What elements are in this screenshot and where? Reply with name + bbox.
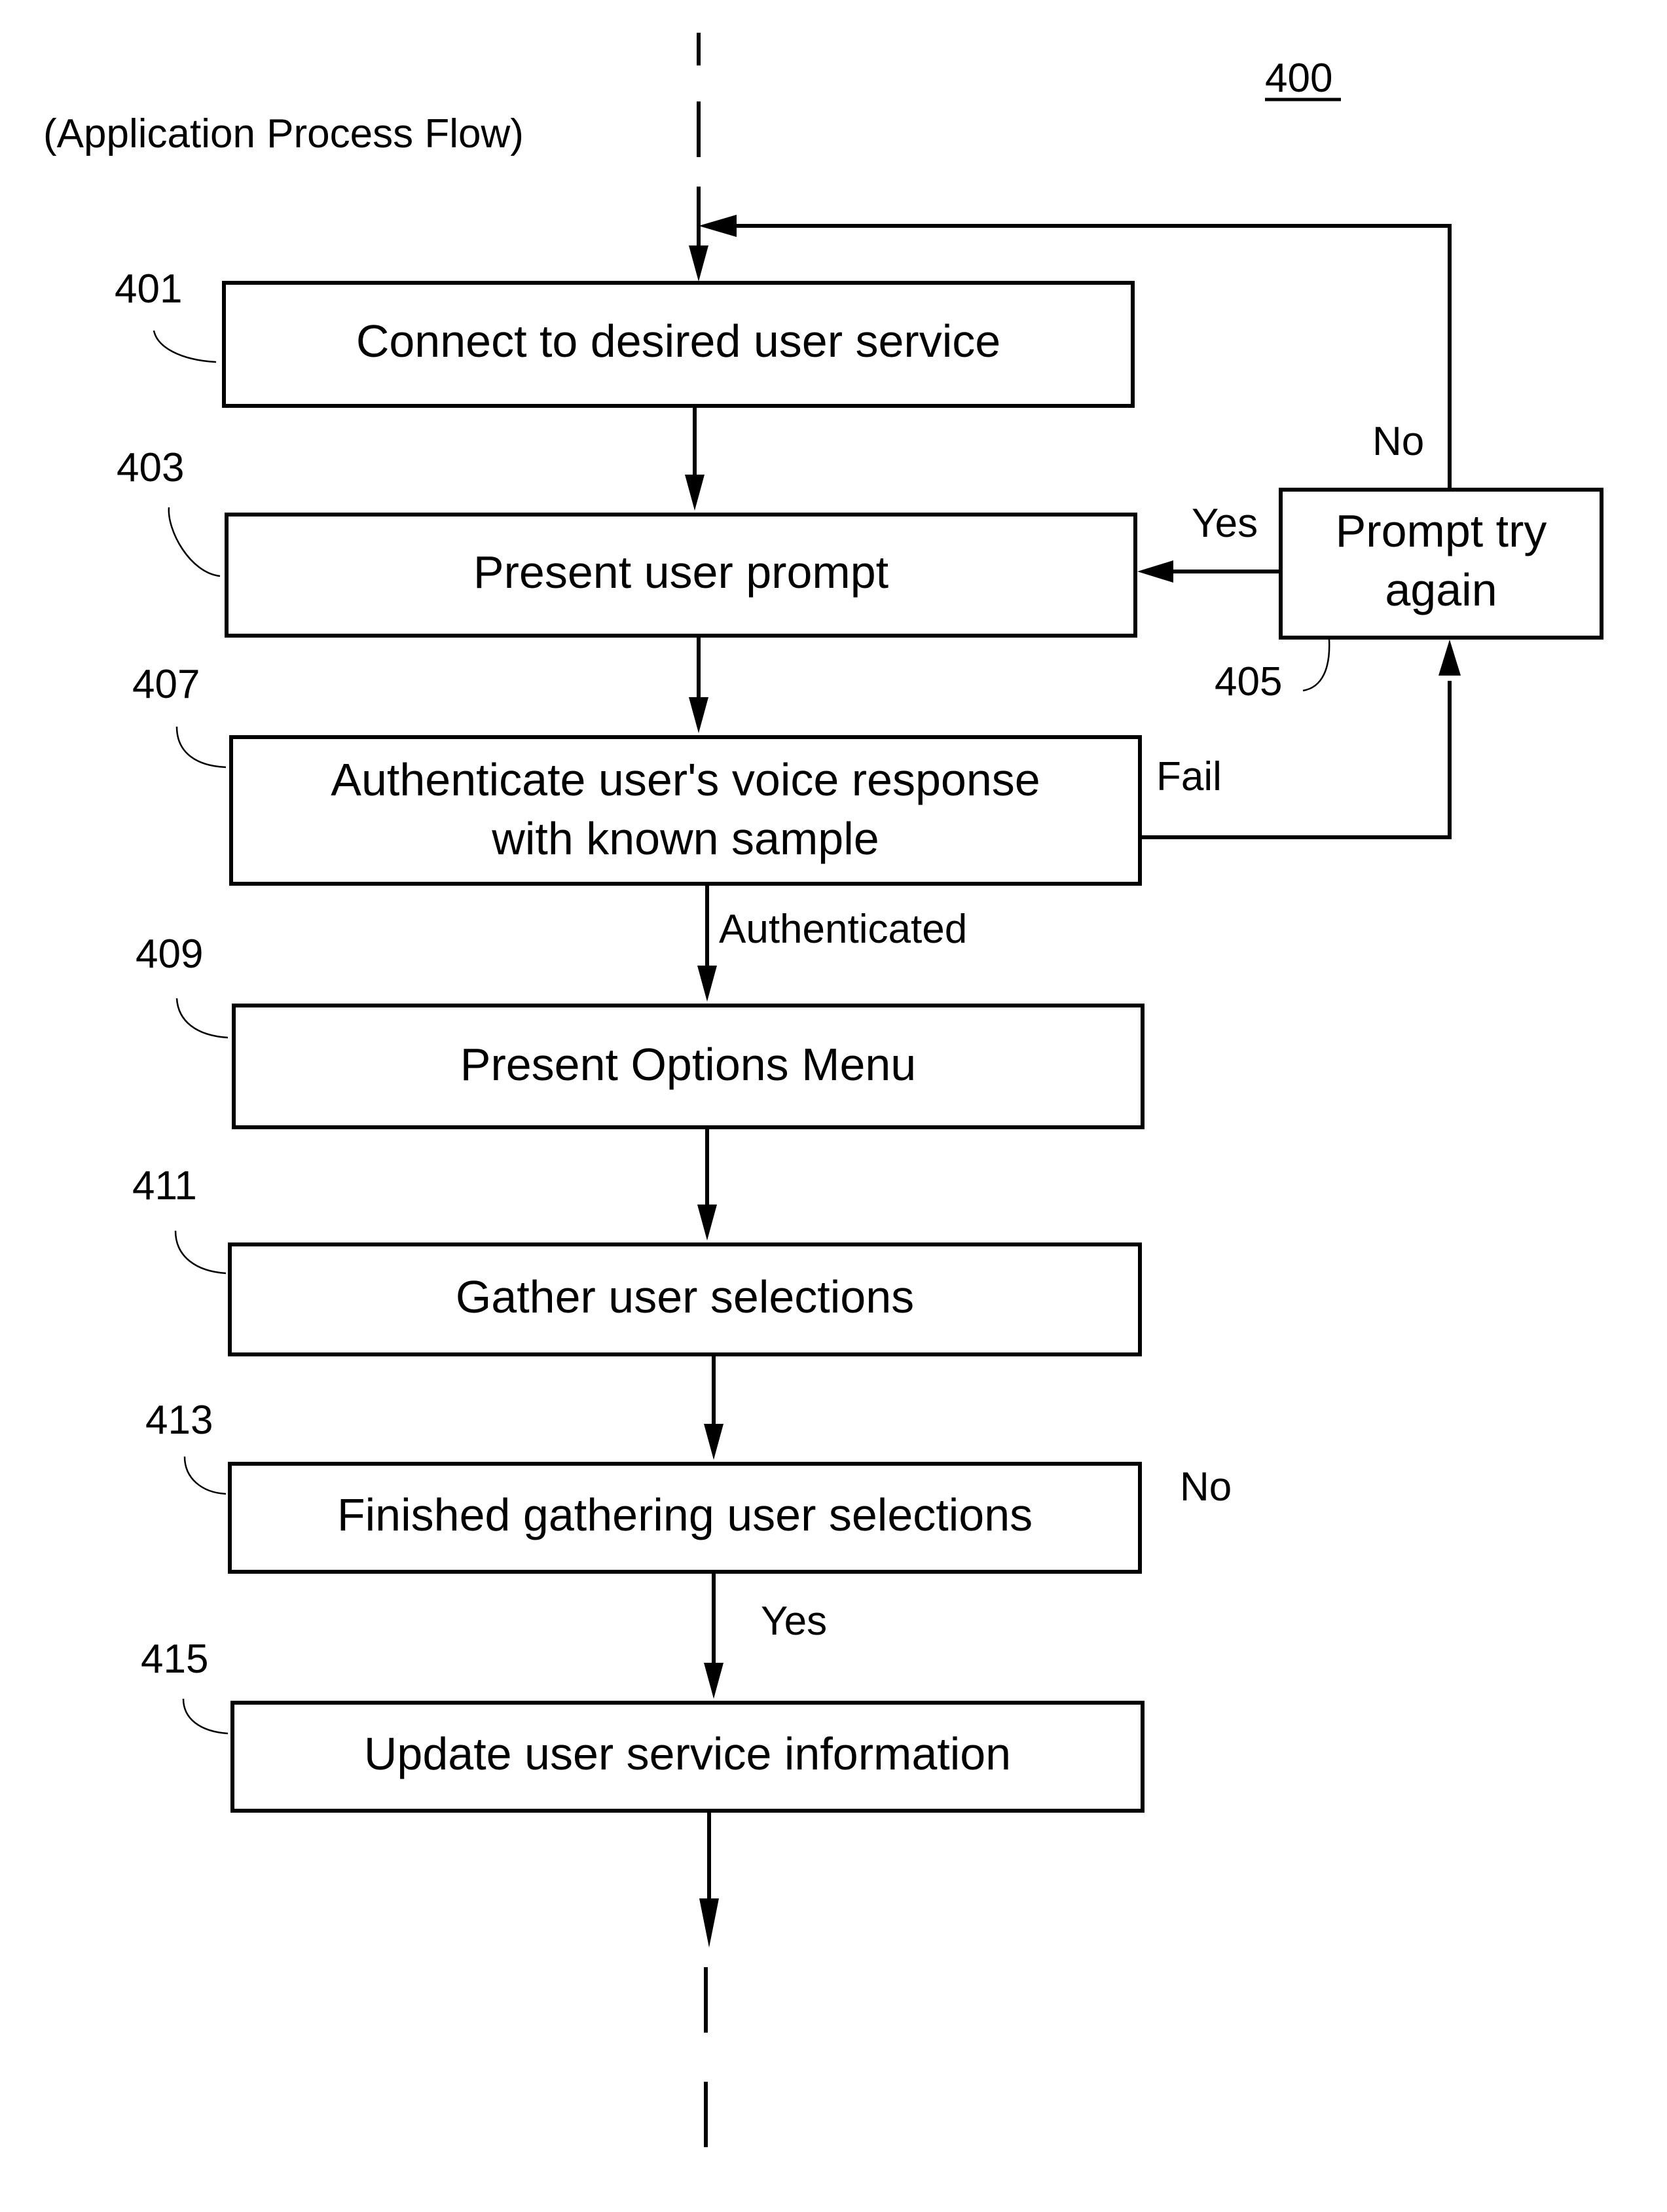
step-415-leader	[182, 1698, 229, 1735]
edge-411-413-arrowhead	[704, 1424, 724, 1460]
step-413-leader	[183, 1456, 227, 1495]
step-411-ref: 411	[132, 1163, 197, 1208]
step-403-leader	[168, 507, 221, 577]
edge-403-407-arrowhead	[689, 697, 708, 733]
edge-405-no-arrowhead	[699, 215, 737, 237]
edge-label-yes-finished: Yes	[761, 1599, 827, 1644]
step-405-text-line2: again	[1385, 564, 1497, 615]
edge-401-403-arrowhead	[685, 475, 705, 511]
step-403-ref: 403	[117, 445, 184, 490]
step-409-leader	[175, 998, 229, 1039]
figure-caption: (Application Process Flow)	[43, 111, 524, 156]
step-405-text-line1: Prompt try	[1336, 505, 1547, 556]
edge-label-yes-retry: Yes	[1192, 501, 1258, 546]
step-407-ref: 407	[132, 662, 200, 707]
edge-407-405-arrowhead	[1438, 640, 1461, 676]
edge-label-fail: Fail	[1156, 754, 1222, 799]
edge-407-409-arrowhead	[697, 966, 717, 1002]
step-411-leader	[174, 1230, 227, 1275]
step-405: Prompt try again 405	[1215, 488, 1603, 704]
entry-arrowhead	[689, 245, 708, 281]
step-407: Authenticate user's voice response with …	[132, 662, 1142, 886]
step-413: Finished gathering user selections 413	[145, 1398, 1142, 1574]
edge-label-no-finished: No	[1180, 1464, 1232, 1510]
step-411-text: Gather user selections	[456, 1271, 914, 1322]
step-411: Gather user selections 411	[132, 1163, 1142, 1356]
step-405-ref: 405	[1215, 659, 1282, 704]
edge-409-411-arrowhead	[697, 1205, 717, 1241]
edge-405-403-arrowhead	[1137, 560, 1173, 583]
step-401-text: Connect to desired user service	[356, 316, 1000, 367]
step-413-text: Finished gathering user selections	[337, 1489, 1033, 1540]
step-407-text-line2: with known sample	[491, 813, 879, 864]
step-401: Connect to desired user service 401	[115, 266, 1135, 408]
step-401-ref: 401	[115, 266, 182, 312]
step-405-leader	[1302, 639, 1330, 692]
step-415: Update user service information 415	[141, 1637, 1145, 1813]
step-415-ref: 415	[141, 1637, 208, 1682]
figure-number: 400	[1265, 56, 1332, 101]
step-409-ref: 409	[136, 932, 203, 977]
step-407-text-line1: Authenticate user's voice response	[331, 754, 1040, 805]
step-409-text: Present Options Menu	[460, 1039, 916, 1090]
step-407-leader	[175, 726, 227, 769]
edge-413-415-arrowhead	[704, 1663, 724, 1699]
step-403-text: Present user prompt	[473, 547, 888, 598]
edge-label-authenticated: Authenticated	[719, 907, 967, 952]
step-413-ref: 413	[145, 1398, 213, 1443]
step-403: Present user prompt 403	[117, 445, 1137, 638]
step-401-leader	[153, 330, 217, 363]
flowchart: (Application Process Flow) 400 No Connec…	[43, 33, 1603, 2147]
exit-arrowhead	[699, 1898, 719, 1948]
step-409: Present Options Menu 409	[136, 932, 1145, 1129]
edge-label-no-retry: No	[1372, 419, 1424, 464]
step-415-text: Update user service information	[364, 1728, 1011, 1779]
